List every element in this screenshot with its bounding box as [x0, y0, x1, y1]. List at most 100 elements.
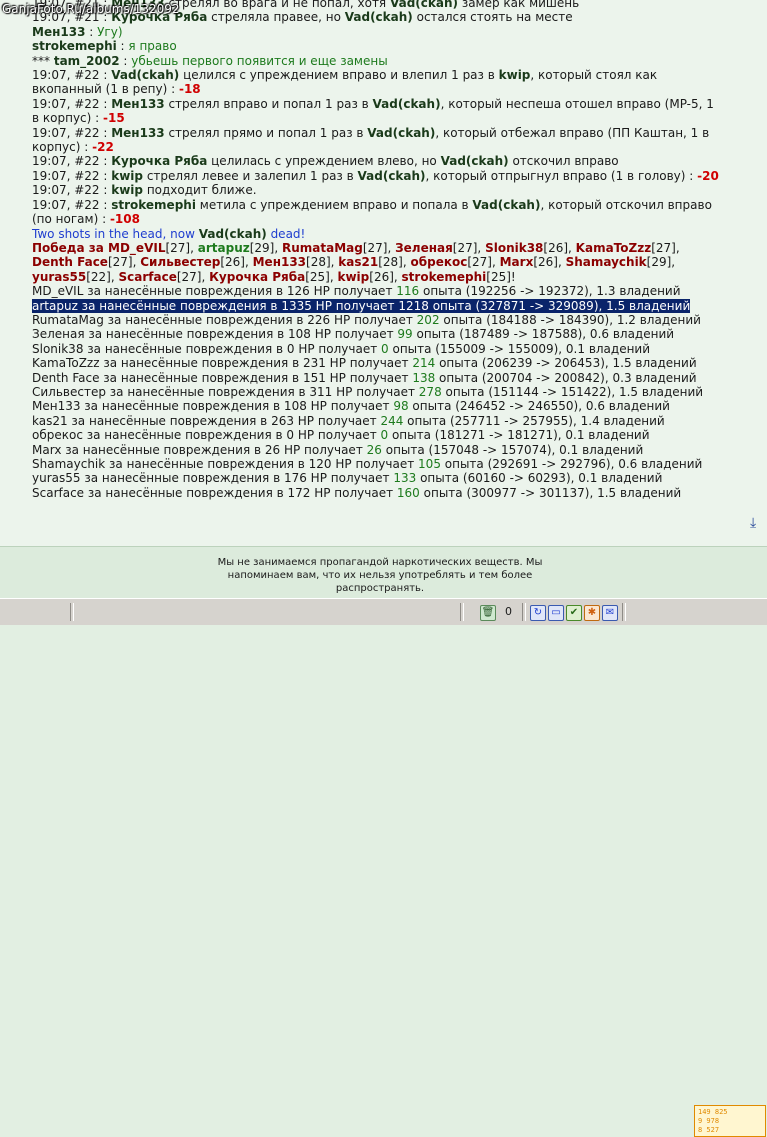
message-segment: -22: [92, 140, 114, 155]
message-segment[interactable]: Мен133: [32, 25, 85, 39]
message-segment: MD_eVIL за нанесённые повреждения в 126 …: [32, 284, 397, 299]
message-segment: [27],: [176, 269, 210, 284]
message-segment[interactable]: tam_2002: [54, 54, 120, 68]
chat-message: RumataMag за нанесённые повреждения в 22…: [32, 313, 722, 327]
message-segment: yuras55 за нанесённые повреждения в 176 …: [32, 471, 394, 486]
message-segment: опыта (257711 -> 257955), 1.4 владений: [403, 413, 665, 428]
chat-message: KamaToZzz за нанесённые повреждения в 23…: [32, 356, 722, 370]
message-segment: опыта (206239 -> 206453), 1.5 владений: [435, 356, 697, 371]
message-segment: 19:07, #22 :: [32, 154, 112, 169]
message-segment: KamaToZzz: [575, 240, 652, 255]
message-segment: 0: [380, 428, 389, 443]
message-segment: KamaToZzz за нанесённые повреждения в 23…: [32, 356, 413, 371]
chat-message: Shamaychik за нанесённые повреждения в 1…: [32, 457, 722, 471]
message-segment: целилась с упреждением влево, но: [207, 154, 441, 169]
message-segment: Denth Face: [32, 255, 108, 270]
message-segment: опыта (200704 -> 200842), 0.3 владений: [435, 370, 697, 385]
message-segment: kas21 за нанесённые повреждения в 263 HP…: [32, 413, 381, 428]
message-segment[interactable]: Мен133: [111, 126, 164, 140]
message-segment[interactable]: Vad(ckah): [373, 97, 441, 111]
info-banner: Мы не занимаемся пропагандой наркотическ…: [0, 546, 767, 1137]
message-segment[interactable]: kwip: [499, 68, 531, 82]
message-segment[interactable]: kwip: [111, 183, 143, 197]
chat-message: 19:07, #22 : Мен133 стрелял прямо и попа…: [32, 126, 722, 155]
message-segment: целился с упреждением вправо и влепил 1 …: [179, 68, 499, 83]
chat-message: 19:07, #22 : Курочка Ряба целилась с упр…: [32, 154, 722, 168]
message-segment: [26],: [543, 240, 576, 255]
chat-message: Two shots in the head, now Vad(ckah) dea…: [32, 227, 722, 241]
message-segment[interactable]: Vad(ckah): [390, 0, 458, 10]
message-segment[interactable]: Vad(ckah): [367, 126, 435, 140]
window-icon[interactable]: ▭: [548, 605, 564, 621]
message-segment: 19:07, #22 :: [32, 68, 112, 83]
shield-icon[interactable]: ✔: [566, 605, 582, 621]
chat-message: Мен133 : Угу): [32, 25, 722, 39]
widget-line-2: 9 978: [698, 1117, 720, 1125]
message-segment: Мен133: [252, 255, 307, 270]
message-segment: [27],: [651, 240, 680, 255]
chat-message: kas21 за нанесённые повреждения в 263 HP…: [32, 414, 722, 428]
message-segment: Зеленая: [395, 240, 453, 255]
message-segment[interactable]: strokemephi: [111, 198, 196, 212]
trash-icon[interactable]: 🗑: [480, 605, 496, 621]
watermark: GanjaFoto.Ru/albums/132092: [2, 2, 180, 16]
chat-log[interactable]: 19:07, #21 : Мен133 стрелял во врага и н…: [0, 0, 767, 546]
message-segment: опыта (292691 -> 292796), 0.6 владений: [440, 457, 703, 471]
message-segment: отскочил вправо: [508, 154, 619, 169]
message-segment: [26],: [533, 255, 566, 270]
chat-message: artapuz за нанесённые повреждения в 1335…: [32, 298, 722, 313]
message-segment: подходит ближе.: [143, 183, 257, 198]
message-segment: 160: [396, 485, 420, 500]
message-segment: [28],: [306, 255, 339, 270]
message-segment: [27],: [107, 255, 141, 270]
counter-widget[interactable]: 149 825 9 978 8 527: [694, 1105, 766, 1137]
widget-line-1: 149 825: [698, 1108, 728, 1116]
message-segment: Denth Face за нанесённые повреждения в 1…: [32, 370, 413, 385]
chat-message: yuras55 за нанесённые повреждения в 176 …: [32, 471, 722, 485]
message-segment: опыта (300977 -> 301137), 1.5 владений: [419, 485, 682, 500]
message-segment: [22],: [86, 269, 119, 284]
chat-message: Зеленая за нанесённые повреждения в 108 …: [32, 327, 722, 341]
message-segment: 19:07, #22 :: [32, 168, 112, 183]
message-segment: -15: [103, 111, 125, 126]
message-segment: 0: [381, 341, 389, 356]
message-segment[interactable]: Курочка Ряба: [111, 154, 207, 168]
widget-line-3: 8 527: [698, 1126, 720, 1134]
message-segment: опыта (184188 -> 184390), 1.2 владений: [439, 312, 701, 327]
message-segment[interactable]: Мен133: [111, 97, 164, 111]
message-segment: [25],: [305, 269, 338, 284]
message-segment: kas21: [338, 255, 379, 270]
message-segment[interactable]: strokemephi: [32, 39, 117, 53]
message-segment: :: [116, 39, 129, 54]
message-segment[interactable]: Vad(ckah): [345, 10, 413, 24]
message-segment: я право: [128, 39, 177, 54]
message-segment: 26: [366, 442, 382, 457]
message-segment[interactable]: Vad(ckah): [111, 68, 179, 82]
message-segment: 99: [397, 327, 413, 342]
chat-message: Marx за нанесённые повреждения в 26 HP п…: [32, 443, 722, 457]
message-segment: [29],: [249, 240, 282, 255]
refresh-icon[interactable]: ↻: [530, 605, 546, 621]
message-segment[interactable]: Vad(ckah): [199, 227, 267, 241]
message-segment: 138: [412, 370, 436, 385]
message-segment: -20: [697, 168, 719, 183]
message-segment[interactable]: Vad(ckah): [358, 169, 426, 183]
gear-icon[interactable]: ✱: [584, 605, 600, 621]
message-segment: стрелял во врага и не попал, хотя: [164, 0, 390, 10]
message-segment[interactable]: Vad(ckah): [472, 198, 540, 212]
message-segment: RumataMag: [281, 240, 363, 255]
message-segment: 202: [416, 312, 440, 327]
message-segment: Scarface за нанесённые повреждения в 172…: [32, 485, 397, 500]
message-segment: опыта (60160 -> 60293), 0.1 владений: [416, 471, 663, 486]
message-segment: опыта (157048 -> 157074), 0.1 владений: [381, 442, 644, 457]
message-segment: опыта (246452 -> 246550), 0.6 владений: [408, 399, 670, 414]
mail-icon[interactable]: ✉: [602, 605, 618, 621]
chat-messages: 19:07, #21 : Мен133 стрелял во врага и н…: [32, 0, 722, 500]
message-segment: [27],: [452, 240, 486, 255]
message-segment: стрелял вправо и попал 1 раз в: [164, 96, 373, 111]
message-segment[interactable]: Vad(ckah): [441, 154, 509, 168]
message-segment: [27],: [467, 255, 500, 270]
scroll-down-icon[interactable]: ⤓: [750, 515, 764, 531]
message-segment[interactable]: kwip: [111, 169, 143, 183]
status-separator: [522, 603, 526, 621]
